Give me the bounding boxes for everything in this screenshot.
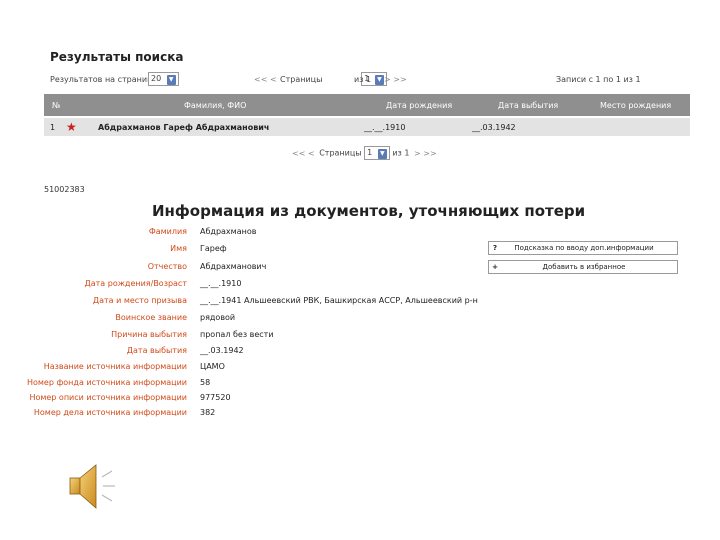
row-birth: __.__.1910 [364, 123, 406, 132]
nav-prev-button[interactable]: << < [292, 149, 315, 158]
col-name[interactable]: Фамилия, ФИО [184, 101, 246, 110]
nav-next-button[interactable]: > >> [384, 75, 407, 84]
per-page-value: 20 [151, 74, 162, 83]
field-value-reason: пропал без вести [200, 330, 274, 339]
per-page-label: Результатов на странице [50, 75, 158, 84]
col-exit[interactable]: Дата выбытия [498, 101, 558, 110]
results-controls: Результатов на странице 20 ▼ << < Страни… [48, 72, 690, 88]
field-value-fond: 58 [200, 378, 211, 387]
chevron-down-icon: ▼ [166, 75, 176, 85]
field-value-exit-date: __.03.1942 [200, 346, 244, 355]
field-label-draft: Дата и место призыва [92, 296, 187, 305]
page-select[interactable]: 1 ▼ [364, 146, 390, 160]
chevron-down-icon: ▼ [374, 75, 384, 85]
help-button[interactable]: ? Подсказка по вводу доп.информации [488, 241, 678, 255]
results-title: Результаты поиска [50, 50, 184, 64]
field-label-reason: Причина выбытия [111, 330, 187, 339]
field-label-name: Имя [170, 244, 187, 253]
field-label-rank: Воинское звание [115, 313, 187, 322]
col-number: № [52, 101, 61, 110]
field-label-delo: Номер дела источника информации [33, 408, 187, 417]
document-title: Информация из документов, уточняющих пот… [152, 202, 586, 220]
col-place[interactable]: Место рождения [600, 101, 671, 110]
page-of: из 1 [392, 148, 410, 158]
field-value-name: Гареф [200, 244, 227, 253]
results-table-header: № Фамилия, ФИО Дата рождения Дата выбыти… [44, 94, 690, 116]
add-favorite-label: Добавить в избранное [542, 263, 626, 271]
field-value-source: ЦАМО [200, 362, 225, 371]
field-label-fond: Номер фонда источника информации [26, 378, 187, 387]
row-name-link[interactable]: Абдрахманов Гареф Абдрахманович [98, 123, 269, 132]
field-label-opis: Номер описи источника информации [29, 393, 187, 402]
chevron-down-icon: ▼ [377, 149, 387, 159]
plus-icon: + [492, 263, 498, 271]
document-id: 51002383 [44, 185, 85, 194]
field-value-draft: __.__.1941 Альшеевский РВК, Башкирская А… [200, 296, 478, 305]
field-label-exit-date: Дата выбытия [126, 346, 187, 355]
page-label: Страницы [319, 148, 362, 158]
bottom-pager: << < Страницы 1 ▼ из 1 > >> [290, 146, 439, 160]
row-exit: __.03.1942 [472, 123, 516, 132]
field-value-patronymic: Абдрахманович [200, 262, 267, 271]
per-page-select[interactable]: 20 ▼ [148, 72, 179, 86]
nav-prev-button[interactable]: << < [254, 75, 277, 84]
star-icon: ★ [66, 120, 77, 134]
add-favorite-button[interactable]: + Добавить в избранное [488, 260, 678, 274]
speaker-icon[interactable] [66, 462, 118, 512]
field-label-patronymic: Отчество [147, 262, 187, 271]
field-label-surname: Фамилия [148, 227, 187, 236]
nav-next-button[interactable]: > >> [414, 149, 437, 158]
field-value-birth: __.__.1910 [200, 279, 242, 288]
field-value-delo: 382 [200, 408, 216, 417]
field-label-birth: Дата рождения/Возраст [84, 279, 187, 288]
help-button-label: Подсказка по вводу доп.информации [514, 244, 654, 252]
field-value-rank: рядовой [200, 313, 236, 322]
table-row[interactable]: 1 ★ Абдрахманов Гареф Абдрахманович __._… [44, 118, 690, 136]
field-value-opis: 977520 [200, 393, 231, 402]
field-value-surname: Абдрахманов [200, 227, 257, 236]
page-value: 1 [367, 148, 373, 157]
question-icon: ? [492, 244, 498, 252]
page-of: из 1 [354, 75, 372, 84]
col-birth[interactable]: Дата рождения [386, 101, 452, 110]
row-number: 1 [50, 123, 56, 132]
page-label: Страницы [280, 75, 323, 84]
field-label-source: Название источника информации [43, 362, 187, 371]
records-label: Записи с 1 по 1 из 1 [556, 75, 641, 84]
